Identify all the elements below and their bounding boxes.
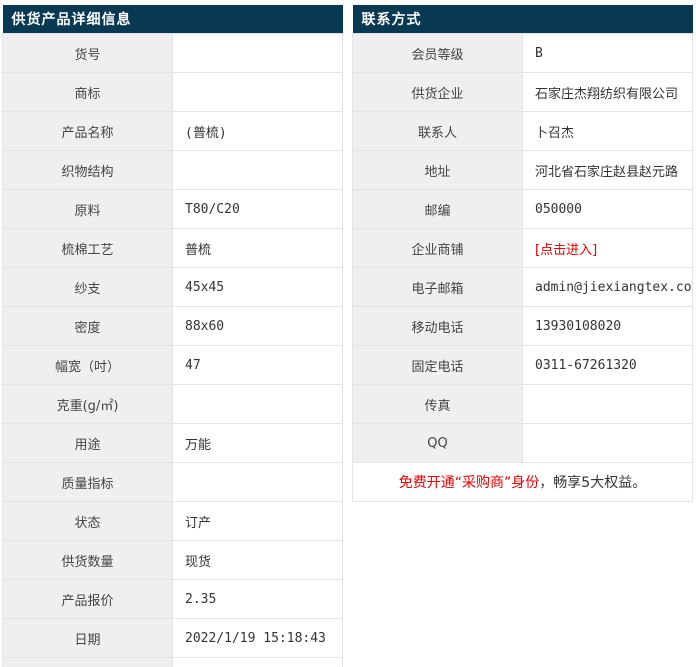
company-shop-enter-link[interactable]: [点击进入]: [535, 243, 597, 258]
field-value: [172, 33, 343, 73]
field-label: 货号: [2, 33, 173, 73]
contact-info-table-title: 联系方式: [352, 5, 693, 34]
table-row: 企业商铺 [点击进入]: [352, 228, 693, 268]
page-container: 供货产品详细信息 货号 商标 产品名称 (普梳) 织物结构 原料 T80/C20 梳棉工艺 普梳…: [0, 0, 696, 667]
field-value: (普梳): [172, 111, 343, 151]
field-label: 质量指标: [2, 462, 173, 502]
field-value: [172, 150, 343, 190]
field-label: 产品报价: [2, 579, 173, 619]
field-value: 47: [172, 345, 343, 385]
field-value: [522, 423, 693, 463]
field-value: [172, 462, 343, 502]
table-row: 供货数量 现货: [2, 540, 343, 580]
table-row: 会员等级 B: [352, 33, 693, 73]
field-value: T80/C20: [172, 189, 343, 229]
field-value: 2022/1/19 15:18:43: [172, 618, 343, 658]
field-label: 日期: [2, 618, 173, 658]
product-detail-table-title: 供货产品详细信息: [2, 5, 343, 34]
field-value: 河北省石家庄赵县赵元路: [522, 150, 693, 190]
table-row: 商标: [2, 72, 343, 112]
table-row: 织物结构: [2, 150, 343, 190]
table-row: 供货企业 石家庄杰翔纺织有限公司: [352, 72, 693, 112]
field-label: 邮编: [352, 189, 523, 229]
field-value: 订产: [172, 501, 343, 541]
table-row: 地址 河北省石家庄赵县赵元路: [352, 150, 693, 190]
table-row: 幅宽（吋） 47: [2, 345, 343, 385]
field-label: 织物结构: [2, 150, 173, 190]
field-value: 2.35: [172, 579, 343, 619]
field-label: 幅宽（吋）: [2, 345, 173, 385]
field-value: 万能: [172, 423, 343, 463]
field-label: 供货数量: [2, 540, 173, 580]
table-row: 密度 88x60: [2, 306, 343, 346]
table-row: 电子邮箱 admin@jiexiangtex.com: [352, 267, 693, 307]
field-label: QQ: [352, 423, 523, 463]
table-row: 质量指标: [2, 462, 343, 502]
field-label: 商标: [2, 72, 173, 112]
promo-buyer-upgrade-link[interactable]: 免费开通“采购商”身份: [399, 475, 540, 491]
field-label: 克重(g/㎡): [2, 384, 173, 424]
table-row: 状态 订产: [2, 501, 343, 541]
field-value: 石家庄杰翔纺织有限公司: [522, 72, 693, 112]
field-label: 备注: [2, 657, 173, 667]
field-value: [522, 384, 693, 424]
field-value: 0311-67261320: [522, 345, 693, 385]
promo-footer-text: ，畅享5大权益。: [539, 475, 647, 491]
table-row: 产品名称 (普梳): [2, 111, 343, 151]
field-label: 会员等级: [352, 33, 523, 73]
table-row: 联系人 卜召杰: [352, 111, 693, 151]
promo-footer: 免费开通“采购商”身份，畅享5大权益。: [352, 462, 693, 502]
field-label: 用途: [2, 423, 173, 463]
field-label: 移动电话: [352, 306, 523, 346]
field-value: 13930108020: [522, 306, 693, 346]
table-row: 原料 T80/C20: [2, 189, 343, 229]
table-row: 邮编 050000: [352, 189, 693, 229]
table-row: 日期 2022/1/19 15:18:43: [2, 618, 343, 658]
table-row: QQ: [352, 423, 693, 463]
field-value: 050000: [522, 189, 693, 229]
table-row: 货号: [2, 33, 343, 73]
field-label: 密度: [2, 306, 173, 346]
table-row: 克重(g/㎡): [2, 384, 343, 424]
promo-footer-row: 免费开通“采购商”身份，畅享5大权益。: [352, 462, 693, 502]
table-row: 用途 万能: [2, 423, 343, 463]
field-label: 原料: [2, 189, 173, 229]
field-value: 88x60: [172, 306, 343, 346]
field-value: B: [522, 33, 693, 73]
table-row: 传真: [352, 384, 693, 424]
field-label: 梳棉工艺: [2, 228, 173, 268]
table-row: 梳棉工艺 普梳: [2, 228, 343, 268]
field-label: 联系人: [352, 111, 523, 151]
field-value: 普梳: [172, 228, 343, 268]
field-value: admin@jiexiangtex.com: [522, 267, 693, 307]
field-label: 传真: [352, 384, 523, 424]
field-value: [点击进入]: [522, 228, 693, 268]
table-row: 产品报价 2.35: [2, 579, 343, 619]
field-value: 卜召杰: [522, 111, 693, 151]
table-row: 纱支 45x45: [2, 267, 343, 307]
field-label: 固定电话: [352, 345, 523, 385]
field-label: 地址: [352, 150, 523, 190]
field-value: [172, 657, 343, 667]
field-value: 现货: [172, 540, 343, 580]
field-label: 产品名称: [2, 111, 173, 151]
contact-info-table: 联系方式 会员等级 B 供货企业 石家庄杰翔纺织有限公司 联系人 卜召杰 地址 河北省石家庄赵…: [352, 5, 693, 502]
field-value: [172, 72, 343, 112]
table-row: 移动电话 13930108020: [352, 306, 693, 346]
field-label: 状态: [2, 501, 173, 541]
field-label: 企业商铺: [352, 228, 523, 268]
product-detail-table: 供货产品详细信息 货号 商标 产品名称 (普梳) 织物结构 原料 T80/C20 梳棉工艺 普梳…: [2, 5, 343, 667]
table-row: 固定电话 0311-67261320: [352, 345, 693, 385]
field-label: 纱支: [2, 267, 173, 307]
field-value: [172, 384, 343, 424]
field-value: 45x45: [172, 267, 343, 307]
field-label: 供货企业: [352, 72, 523, 112]
table-row: 备注: [2, 657, 343, 667]
field-label: 电子邮箱: [352, 267, 523, 307]
